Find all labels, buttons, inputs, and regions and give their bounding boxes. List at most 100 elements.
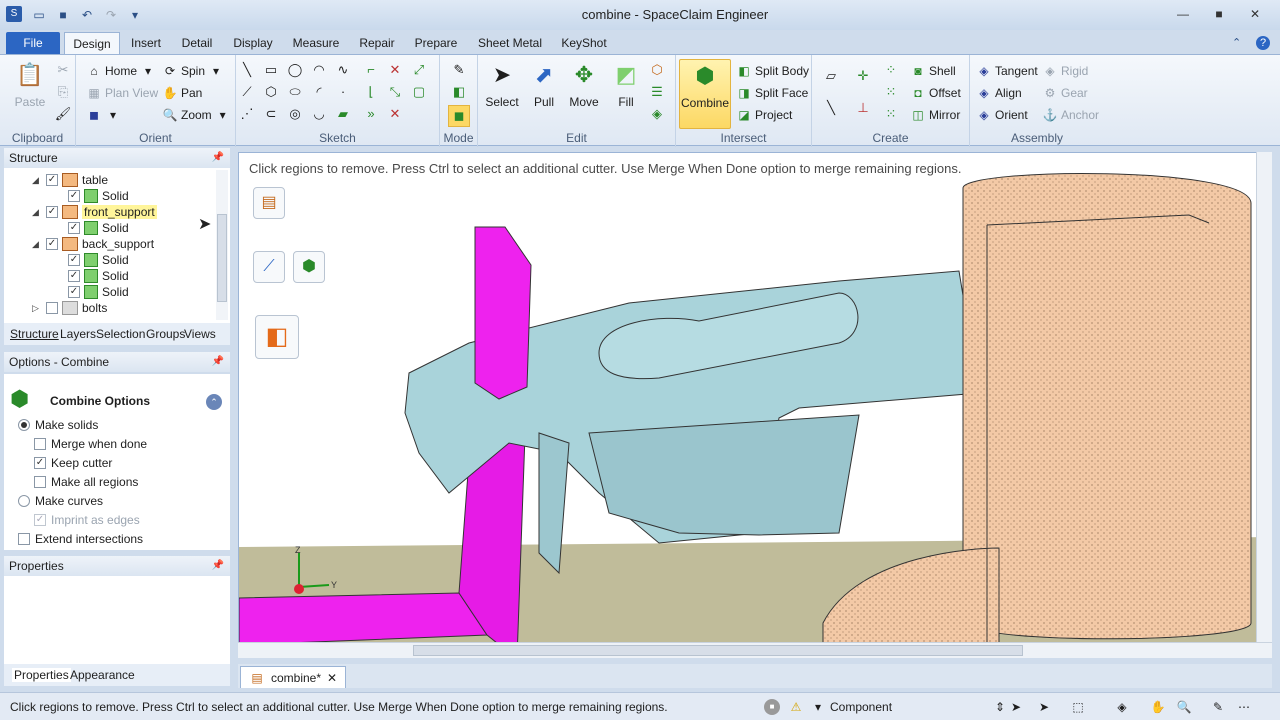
subtab-structure[interactable]: Structure	[10, 327, 59, 341]
sweep-arc-icon[interactable]: ◜	[310, 83, 328, 101]
move-arrows-icon[interactable]: ⇕	[992, 699, 1008, 715]
tab-properties[interactable]: Properties	[12, 668, 71, 682]
tree-scrollbar[interactable]	[216, 170, 228, 320]
table-underside[interactable]	[588, 414, 860, 536]
status-settings-icon[interactable]: ⋯	[1236, 699, 1252, 715]
pull-button[interactable]: ⬈ Pull	[524, 59, 564, 109]
visibility-checkbox[interactable]: ✓	[46, 302, 58, 314]
make-all-regions-option[interactable]: ✓ Make all regions	[34, 474, 138, 490]
fill-button[interactable]: ◩ Fill	[606, 59, 646, 109]
stop-icon[interactable]: ■	[764, 699, 780, 715]
sketch-mode-icon[interactable]: ✎	[450, 61, 468, 79]
close-button[interactable]: ✕	[1238, 4, 1272, 24]
select-target-tool[interactable]: ▤	[253, 187, 285, 219]
collapse-section-icon[interactable]: ⌃	[206, 394, 222, 410]
close-tab-icon[interactable]: ✕	[327, 668, 337, 688]
tab-prepare[interactable]: Prepare	[410, 32, 462, 54]
pan-button[interactable]: ✋ Pan	[162, 83, 203, 103]
pencil-icon[interactable]: ✎	[1210, 699, 1226, 715]
trim-icon[interactable]: ✕	[386, 61, 404, 79]
visibility-checkbox[interactable]: ✓	[68, 270, 80, 282]
tree-item-bolts[interactable]: ▷ ✓ bolts	[32, 300, 107, 316]
offset-curve-icon[interactable]: ⌐	[362, 61, 380, 79]
home-button[interactable]: ⌂ Home ▾	[86, 61, 156, 81]
front-support-block[interactable]	[474, 226, 532, 400]
cutter-cylinder[interactable]	[962, 173, 1252, 640]
anchor-button[interactable]: ⚓ Anchor	[1042, 105, 1100, 125]
copy-icon[interactable]: ⎘	[54, 83, 72, 101]
align-button[interactable]: ◈ Align	[976, 83, 1021, 103]
expand-icon[interactable]: ▷	[32, 303, 42, 314]
visibility-checkbox[interactable]: ✓	[68, 286, 80, 298]
model-scene[interactable]: Z Y	[239, 153, 1272, 658]
offset-button[interactable]: ◘ Offset	[910, 83, 960, 103]
fillet-icon[interactable]: ⤡	[386, 83, 404, 101]
make-curves-radio[interactable]	[18, 495, 30, 507]
collapse-icon[interactable]: ◢	[32, 207, 42, 218]
minimize-button[interactable]: —	[1166, 4, 1200, 24]
tree-item-solid[interactable]: ✓ Solid	[68, 188, 129, 204]
move-sketch-icon[interactable]: ▢	[410, 83, 428, 101]
tree-item-solid[interactable]: ✓ Solid	[68, 284, 129, 300]
tab-insert[interactable]: Insert	[124, 32, 168, 54]
display-style-icon[interactable]: ◈	[1114, 699, 1130, 715]
arc-icon[interactable]: ◠	[310, 61, 328, 79]
make-solids-option[interactable]: Make solids	[18, 417, 98, 433]
keep-cutter-option[interactable]: ✓ Keep cutter	[34, 455, 112, 471]
spin-button[interactable]: ⟳ Spin ▾	[162, 61, 224, 81]
line-icon[interactable]: ╲	[238, 61, 256, 79]
tree-item-solid[interactable]: ✓ Solid	[68, 252, 129, 268]
ribbon-minimize-icon[interactable]: ⌃	[1232, 36, 1241, 49]
axis-icon[interactable]: ✛	[854, 67, 872, 85]
selection-filter-label[interactable]: Component	[830, 700, 892, 714]
collapse-icon[interactable]: ◢	[32, 175, 42, 186]
three-point-arc-icon[interactable]: ◡	[310, 105, 328, 123]
split-face-button[interactable]: ◨ Split Face	[736, 83, 808, 103]
tab-display[interactable]: Display	[228, 32, 278, 54]
visibility-checkbox[interactable]: ✓	[46, 238, 58, 250]
construction-line-icon[interactable]: ⋰	[238, 105, 256, 123]
point-icon[interactable]: ·	[334, 83, 352, 101]
imprint-as-edges-checkbox[interactable]: ✓	[34, 514, 46, 526]
section-mode-icon[interactable]: ◧	[450, 83, 468, 101]
spline-icon[interactable]: ∿	[334, 61, 352, 79]
box-select-icon[interactable]: ⬚	[1070, 699, 1086, 715]
line-create-icon[interactable]: ╲	[822, 99, 840, 117]
tab-detail[interactable]: Detail	[176, 32, 218, 54]
blend-icon[interactable]: ⬡	[648, 61, 666, 79]
subtab-layers[interactable]: Layers	[60, 327, 96, 341]
split-line-icon[interactable]: ✕	[386, 105, 404, 123]
project-button[interactable]: ◪ Project	[736, 105, 792, 125]
select-cutter-tool[interactable]: ⟋	[253, 251, 285, 283]
face-curve-icon[interactable]: ▰	[334, 105, 352, 123]
chevron-down-icon[interactable]: ▾	[810, 699, 826, 715]
move-button[interactable]: ✥ Move	[564, 59, 604, 109]
tree-item-front-support[interactable]: ◢ ✓ front_support	[32, 204, 157, 220]
subtab-views[interactable]: Views	[184, 327, 216, 341]
select-cursor-icon[interactable]: ➤	[1008, 699, 1024, 715]
plane-icon[interactable]: ▱	[822, 67, 840, 85]
subtab-groups[interactable]: Groups	[146, 327, 185, 341]
tweak-face-icon[interactable]: ◈	[648, 105, 666, 123]
slot-icon[interactable]: ⊂	[262, 105, 280, 123]
help-icon[interactable]: ?	[1256, 36, 1270, 50]
tangent-line-icon[interactable]: ⟋	[238, 83, 256, 101]
merge-when-done-checkbox[interactable]: ✓	[34, 438, 46, 450]
keep-cutter-checkbox[interactable]: ✓	[34, 457, 46, 469]
visibility-checkbox[interactable]: ✓	[68, 254, 80, 266]
pin-icon[interactable]: 📌	[212, 148, 224, 168]
hand-icon[interactable]: ✋	[1150, 699, 1166, 715]
viewport-horizontal-scrollbar[interactable]	[238, 642, 1272, 658]
paste-button[interactable]: 📋 Paste	[10, 59, 50, 109]
orient-assembly-button[interactable]: ◈ Orient	[976, 105, 1027, 125]
select-button[interactable]: ➤ Select	[482, 59, 522, 109]
3d-viewport[interactable]: Z Y Click regions to remove. Press Ctrl …	[238, 152, 1272, 658]
view-cube-button[interactable]: ◼ ▾	[86, 105, 121, 125]
corner-icon[interactable]: ⌊	[362, 83, 380, 101]
tab-design[interactable]: Design	[64, 32, 120, 54]
tab-sheet-metal[interactable]: Sheet Metal	[474, 32, 546, 54]
three-point-circle-icon[interactable]: ◎	[286, 105, 304, 123]
project-curve-icon[interactable]: ⤢	[410, 61, 428, 79]
tree-item-solid[interactable]: ✓ Solid	[68, 268, 129, 284]
origin-icon[interactable]: ⊥	[854, 99, 872, 117]
